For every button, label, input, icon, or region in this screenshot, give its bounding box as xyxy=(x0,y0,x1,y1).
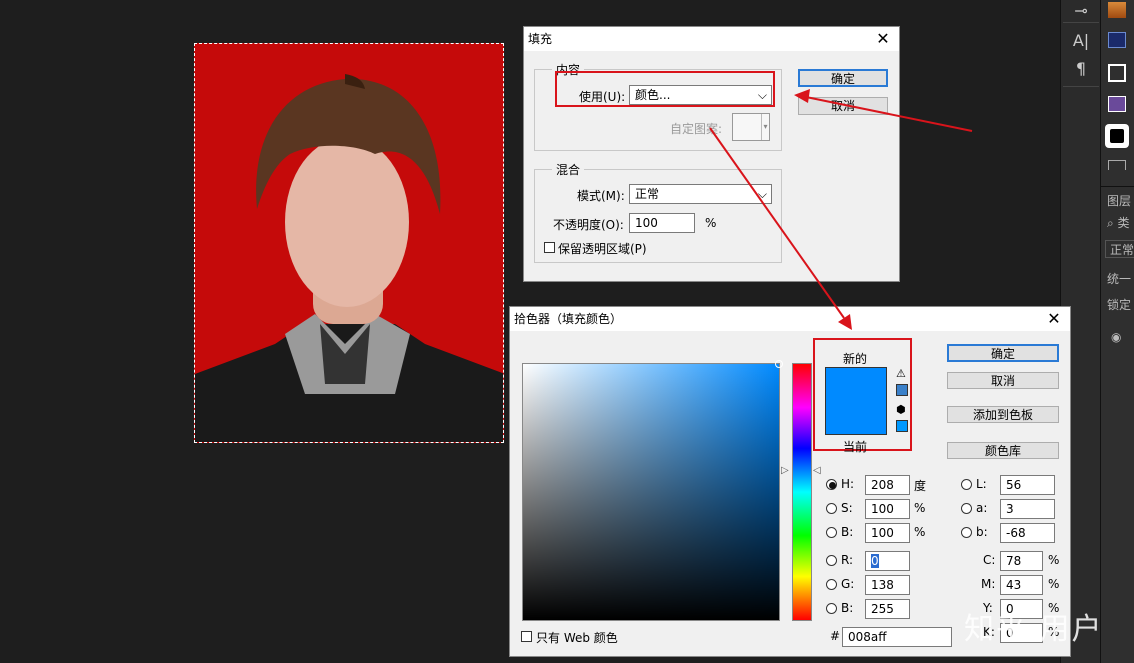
arrowhead xyxy=(838,314,852,330)
arrow-line xyxy=(805,96,973,132)
arrow-line xyxy=(709,127,845,319)
watermark-text: 知乎 用户 xyxy=(964,612,1104,647)
arrowhead xyxy=(794,89,810,103)
annotation-arrows xyxy=(709,89,973,330)
